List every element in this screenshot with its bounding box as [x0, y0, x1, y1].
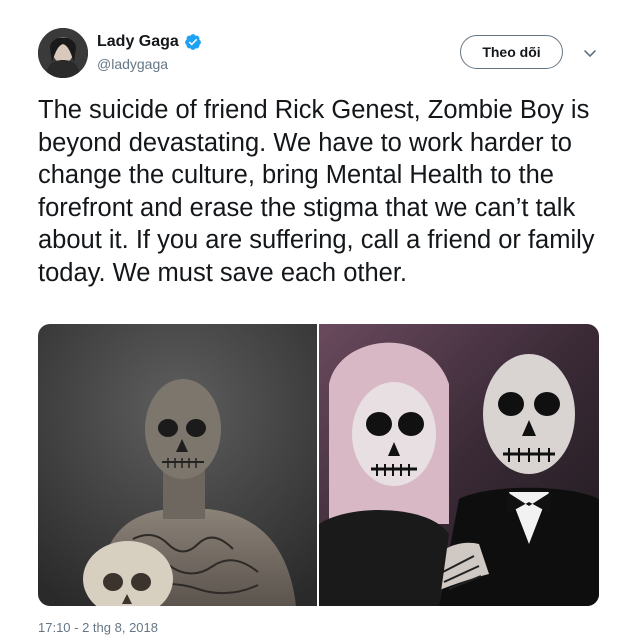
avatar[interactable] [38, 28, 88, 78]
tweet-timestamp[interactable]: 17:10 - 2 thg 8, 2018 [38, 620, 158, 636]
user-info: Lady Gaga @ladygaga [97, 32, 202, 73]
photo-skull-tattoo-man[interactable] [38, 324, 317, 606]
tweet-text: The suicide of friend Rick Genest, Zombi… [38, 96, 595, 287]
user-handle[interactable]: @ladygaga [97, 55, 202, 73]
tweet-card: Lady Gaga @ladygaga Theo dõi The suicide… [0, 0, 637, 635]
chevron-down-icon[interactable] [583, 46, 597, 57]
photo-skeleton-makeup-couple[interactable] [319, 324, 599, 606]
verified-badge-icon [184, 33, 202, 51]
media-gallery [38, 324, 599, 606]
follow-button[interactable]: Theo dõi [460, 35, 563, 69]
display-name[interactable]: Lady Gaga [97, 32, 179, 52]
